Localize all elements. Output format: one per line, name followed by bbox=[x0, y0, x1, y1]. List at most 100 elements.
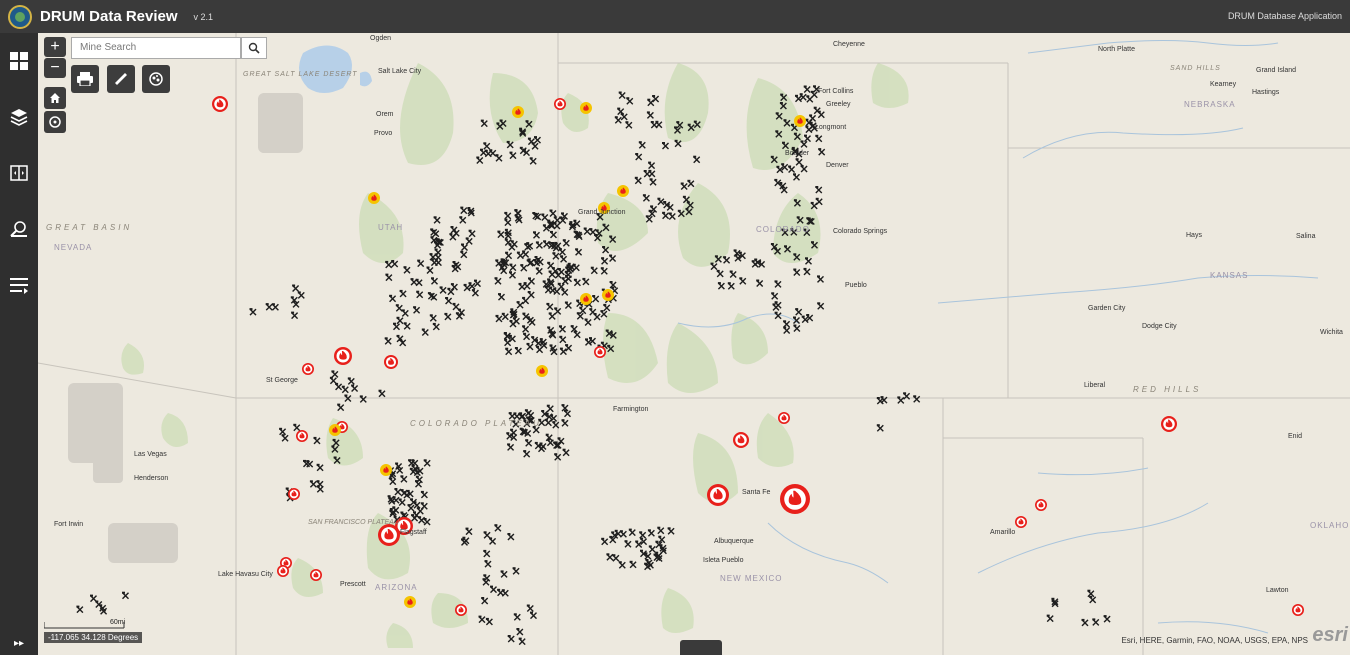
mine-marker[interactable] bbox=[522, 312, 530, 321]
mine-marker[interactable] bbox=[421, 328, 429, 336]
mine-marker[interactable] bbox=[635, 153, 643, 161]
mine-marker[interactable] bbox=[876, 424, 884, 432]
mine-marker[interactable] bbox=[316, 463, 324, 472]
mine-marker[interactable] bbox=[668, 212, 676, 220]
mine-marker[interactable] bbox=[460, 250, 468, 259]
mine-marker[interactable] bbox=[400, 475, 408, 483]
mine-marker[interactable] bbox=[522, 296, 530, 305]
mine-marker[interactable] bbox=[559, 335, 567, 344]
mine-marker[interactable] bbox=[800, 140, 808, 148]
mine-marker[interactable] bbox=[378, 389, 386, 398]
mine-marker[interactable] bbox=[445, 297, 453, 305]
mine-marker[interactable] bbox=[507, 443, 515, 451]
mine-marker[interactable] bbox=[557, 282, 565, 291]
mine-marker[interactable] bbox=[547, 261, 555, 270]
fire-incident-marker[interactable] bbox=[1015, 516, 1027, 528]
mine-marker[interactable] bbox=[601, 257, 609, 265]
mine-marker[interactable] bbox=[465, 237, 473, 245]
mine-marker[interactable] bbox=[516, 301, 524, 309]
mine-marker[interactable] bbox=[468, 229, 476, 238]
mine-marker[interactable] bbox=[795, 308, 803, 316]
mine-marker[interactable] bbox=[592, 295, 600, 303]
fire-incident-marker[interactable] bbox=[455, 604, 467, 616]
mine-marker[interactable] bbox=[810, 201, 818, 210]
mine-marker[interactable] bbox=[513, 613, 521, 621]
mine-marker[interactable] bbox=[553, 222, 561, 230]
mine-marker[interactable] bbox=[122, 591, 129, 600]
mine-marker[interactable] bbox=[426, 266, 434, 274]
mine-marker[interactable] bbox=[500, 570, 508, 578]
mine-marker[interactable] bbox=[395, 304, 403, 312]
grid-icon[interactable] bbox=[0, 33, 38, 89]
mine-marker[interactable] bbox=[606, 553, 614, 561]
compare-icon[interactable] bbox=[0, 145, 38, 201]
mine-marker[interactable] bbox=[507, 533, 515, 541]
wildfire-marker[interactable] bbox=[794, 115, 806, 127]
mine-marker[interactable] bbox=[399, 338, 407, 347]
zoom-in-button[interactable]: + bbox=[44, 37, 66, 57]
fire-incident-marker[interactable] bbox=[212, 96, 228, 112]
mine-marker[interactable] bbox=[90, 594, 97, 603]
home-icon[interactable] bbox=[44, 87, 66, 109]
fire-incident-marker[interactable] bbox=[378, 524, 400, 546]
mine-marker[interactable] bbox=[1046, 614, 1054, 623]
mine-marker[interactable] bbox=[662, 211, 670, 220]
mine-marker[interactable] bbox=[543, 240, 551, 248]
mine-marker[interactable] bbox=[793, 268, 801, 276]
mine-marker[interactable] bbox=[585, 338, 592, 346]
mine-marker[interactable] bbox=[291, 311, 299, 320]
mine-marker[interactable] bbox=[612, 554, 620, 562]
mine-marker[interactable] bbox=[495, 314, 503, 323]
mine-marker[interactable] bbox=[385, 273, 393, 282]
mine-marker[interactable] bbox=[389, 294, 397, 303]
wildfire-marker[interactable] bbox=[512, 106, 524, 118]
mine-marker[interactable] bbox=[562, 448, 570, 457]
mine-marker[interactable] bbox=[583, 227, 591, 235]
mine-marker[interactable] bbox=[416, 290, 424, 299]
mine-marker[interactable] bbox=[657, 197, 665, 206]
mine-marker[interactable] bbox=[818, 148, 826, 156]
mine-marker[interactable] bbox=[394, 488, 402, 496]
mine-marker[interactable] bbox=[351, 384, 359, 392]
mine-marker[interactable] bbox=[559, 325, 566, 333]
mine-marker[interactable] bbox=[431, 277, 438, 285]
mine-marker[interactable] bbox=[550, 230, 557, 239]
mine-marker[interactable] bbox=[393, 322, 400, 331]
mine-marker[interactable] bbox=[774, 280, 782, 288]
mine-marker[interactable] bbox=[629, 560, 637, 569]
mine-marker[interactable] bbox=[427, 292, 435, 300]
mine-marker[interactable] bbox=[1081, 618, 1089, 627]
mine-marker[interactable] bbox=[401, 309, 409, 317]
mine-marker[interactable] bbox=[76, 605, 84, 614]
fire-incident-marker[interactable] bbox=[594, 346, 606, 358]
mine-marker[interactable] bbox=[523, 332, 531, 341]
mine-marker[interactable] bbox=[549, 209, 557, 217]
mine-marker[interactable] bbox=[484, 560, 492, 568]
mine-marker[interactable] bbox=[480, 148, 487, 157]
mine-marker[interactable] bbox=[359, 395, 367, 403]
mine-marker[interactable] bbox=[729, 270, 737, 278]
mine-marker[interactable] bbox=[498, 293, 505, 301]
mine-marker[interactable] bbox=[509, 271, 516, 279]
mine-marker[interactable] bbox=[265, 303, 273, 311]
mine-marker[interactable] bbox=[817, 275, 824, 283]
wildfire-marker[interactable] bbox=[404, 596, 416, 608]
mine-marker[interactable] bbox=[717, 282, 725, 290]
mine-marker[interactable] bbox=[650, 121, 658, 129]
mine-marker[interactable] bbox=[618, 91, 626, 99]
mine-marker[interactable] bbox=[817, 302, 825, 310]
mine-marker[interactable] bbox=[514, 347, 522, 355]
mine-marker[interactable] bbox=[505, 251, 513, 260]
mine-marker[interactable] bbox=[562, 239, 570, 247]
list-icon[interactable] bbox=[0, 257, 38, 313]
locate-icon[interactable] bbox=[44, 111, 66, 133]
mine-marker[interactable] bbox=[739, 277, 747, 285]
mine-marker[interactable] bbox=[546, 404, 554, 413]
mine-marker[interactable] bbox=[723, 256, 731, 264]
mine-marker[interactable] bbox=[460, 206, 468, 215]
mine-marker[interactable] bbox=[523, 450, 531, 458]
mine-marker[interactable] bbox=[756, 279, 764, 287]
mine-marker[interactable] bbox=[800, 165, 808, 173]
mine-marker[interactable] bbox=[788, 165, 796, 173]
mine-marker[interactable] bbox=[504, 238, 512, 246]
